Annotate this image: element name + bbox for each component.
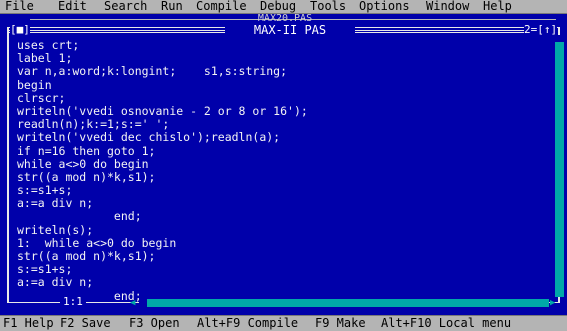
menu-tools[interactable]: Tools	[310, 0, 346, 13]
hint-help[interactable]: F1 Help	[3, 316, 54, 331]
code-line[interactable]: writeln('vvedi dec chislo');readln(a);	[17, 131, 547, 144]
code-line[interactable]: s:=s1+s;	[17, 262, 547, 276]
hint-make[interactable]: F9 Make	[315, 316, 366, 331]
cursor-position: 1:1	[60, 296, 86, 308]
scroll-left-arrow-icon[interactable]: ◀	[130, 297, 139, 309]
hint-bar: F1 Help F2 Save F3 Open Alt+F9 Compile F…	[0, 315, 567, 331]
close-window-icon[interactable]: [■]	[10, 24, 30, 36]
menu-window[interactable]: Window	[426, 0, 469, 13]
editor-status-line: 1:1 ◀ ▶	[0, 296, 567, 308]
code-line[interactable]: str((a mod n)*k,s1);	[17, 249, 547, 263]
hint-compile[interactable]: Alt+F9 Compile	[197, 316, 298, 331]
vertical-scrollbar[interactable]	[555, 35, 564, 297]
code-line[interactable]: if n=16 then goto 1;	[17, 144, 547, 158]
code-line[interactable]: while a<>0 do begin	[17, 157, 547, 171]
menu-edit[interactable]: Edit	[58, 0, 87, 13]
code-line[interactable]: uses crt;	[17, 38, 547, 52]
code-line[interactable]: str((a mod n)*k,s1);	[17, 170, 547, 184]
hint-open[interactable]: F3 Open	[129, 316, 180, 331]
code-line[interactable]: writeln(s);	[17, 223, 547, 237]
code-line[interactable]: end;	[17, 210, 547, 223]
code-line[interactable]: begin	[17, 78, 547, 92]
code-line[interactable]: s:=s1+s;	[17, 183, 547, 197]
code-line[interactable]: var n,a:word;k:longint; s1,s:string;	[17, 65, 547, 78]
horizontal-scrollbar[interactable]	[139, 299, 549, 307]
vertical-scroll-thumb[interactable]	[555, 35, 564, 42]
horizontal-scroll-thumb[interactable]	[139, 299, 147, 307]
hint-save[interactable]: F2 Save	[60, 316, 111, 331]
menu-help[interactable]: Help	[483, 0, 512, 13]
editor-window-title: MAX-II PAS	[225, 24, 355, 36]
hint-local-menu[interactable]: Alt+F10 Local menu	[381, 316, 511, 331]
menu-bar: File Edit Search Run Compile Debug Tools…	[0, 0, 567, 14]
window-number-zoom-icon[interactable]: 2=[↑]	[524, 24, 558, 36]
menu-debug[interactable]: Debug	[260, 0, 296, 13]
code-line[interactable]: clrscr;	[17, 91, 547, 105]
menu-file[interactable]: File	[5, 0, 34, 13]
menu-options[interactable]: Options	[359, 0, 410, 13]
menu-run[interactable]: Run	[161, 0, 183, 13]
code-editor[interactable]: uses crt; label 1; var n,a:word;k:longin…	[17, 38, 547, 303]
scroll-right-arrow-icon[interactable]: ▶	[550, 297, 559, 309]
menu-compile[interactable]: Compile	[196, 0, 247, 13]
code-line[interactable]: a:=a div n;	[17, 276, 547, 289]
menu-search[interactable]: Search	[104, 0, 147, 13]
